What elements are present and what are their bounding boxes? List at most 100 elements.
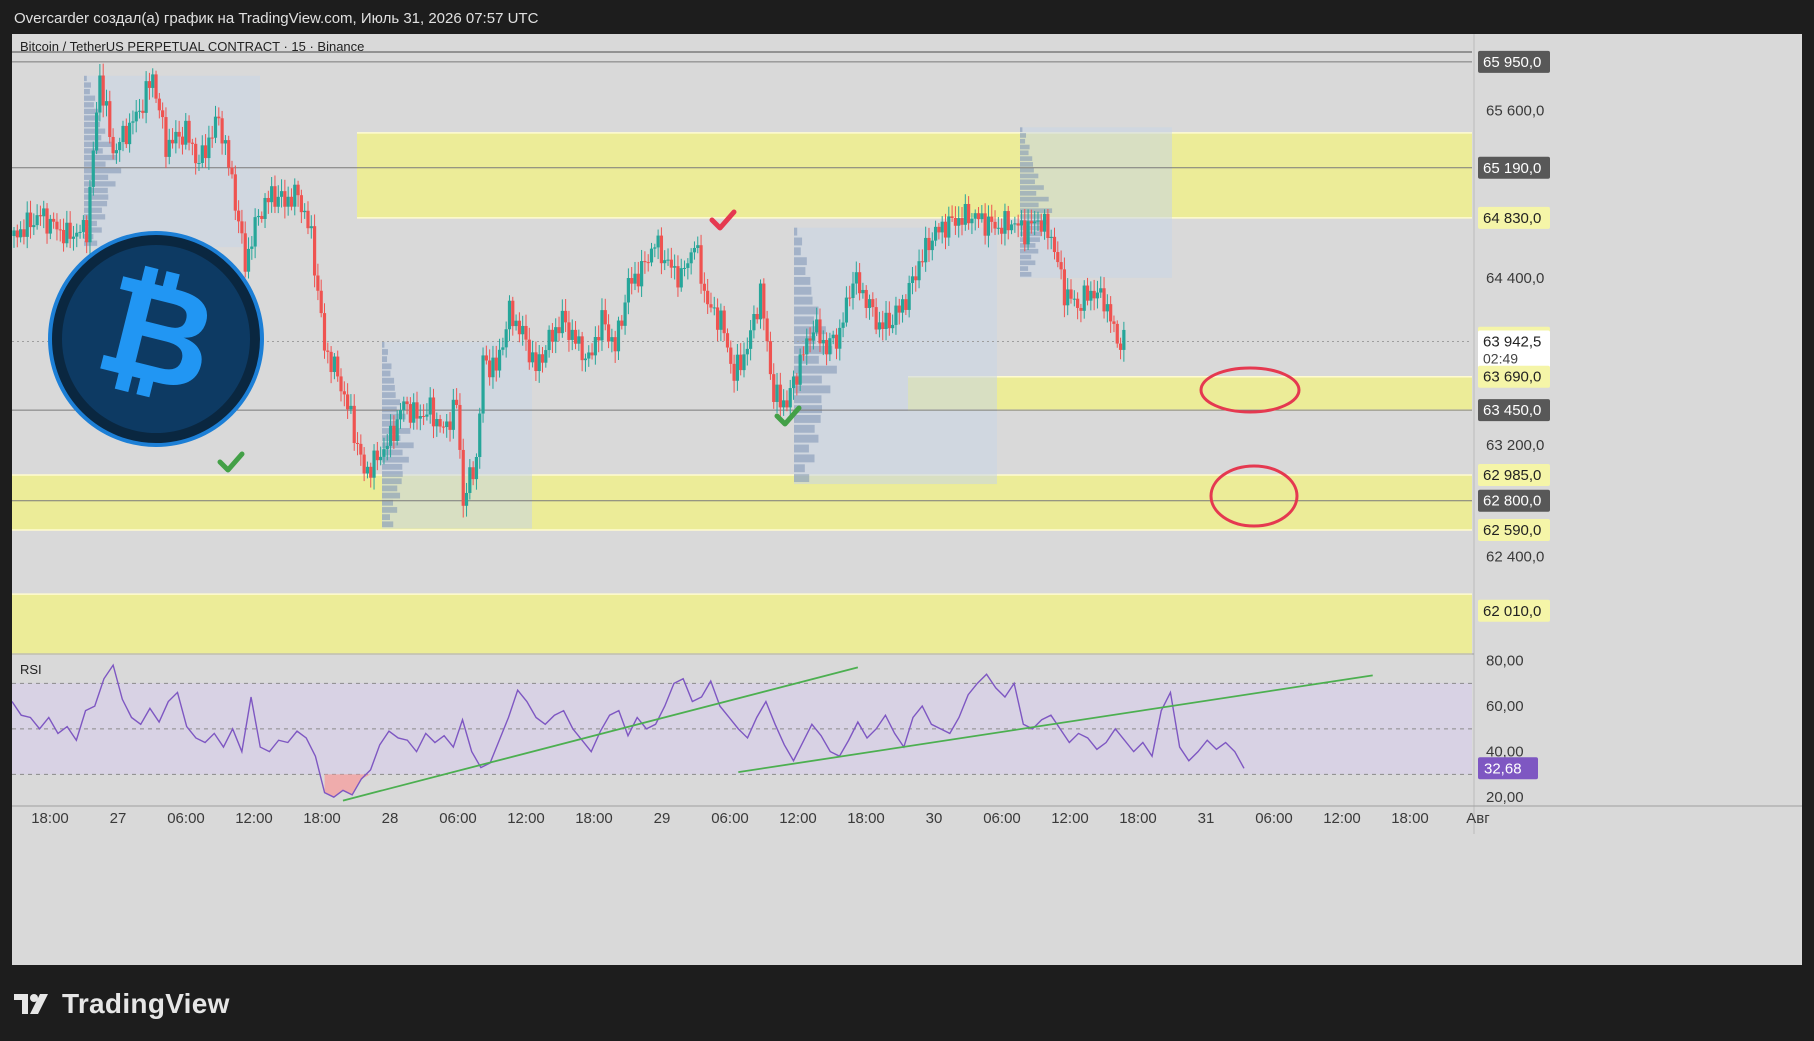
candle [1069, 279, 1073, 304]
candle [45, 203, 49, 244]
candle-body [1049, 236, 1053, 239]
candle-body [1066, 289, 1070, 306]
volume-profile-bar [794, 296, 813, 305]
candle [71, 225, 76, 251]
candle [768, 331, 773, 380]
candle-body [458, 404, 462, 450]
candle [263, 193, 267, 228]
chart-svg[interactable]: ₿Bitcoin / TetherUS PERPETUAL CONTRACT ·… [12, 34, 1802, 965]
candle-body [937, 226, 941, 233]
time-tick-label: 27 [110, 810, 127, 827]
candle-body [197, 163, 201, 165]
volume-profile-bar [1020, 254, 1032, 260]
candle [309, 215, 313, 239]
candle [15, 224, 19, 248]
candle-body [375, 450, 379, 461]
chart-caption: Overcarder создал(а) график на TradingVi… [14, 10, 539, 27]
volume-profile-bar [382, 521, 394, 528]
candle-body [1082, 285, 1086, 311]
candle [1009, 220, 1014, 235]
candle-body [448, 421, 452, 430]
candle-body [986, 216, 991, 236]
candle-body [973, 213, 977, 219]
volume-profile-bar [794, 415, 821, 423]
candle-body [1003, 211, 1007, 234]
candle [643, 251, 647, 274]
candle [636, 261, 640, 293]
candle-body [947, 216, 951, 238]
candle-body [322, 313, 327, 351]
candle-body [1059, 262, 1063, 270]
volume-profile-bar [1020, 127, 1023, 132]
candle-body [81, 219, 85, 232]
price-tag: 64 830,0 [1478, 206, 1550, 229]
candle-body [914, 276, 918, 281]
time-tick-label: 18:00 [303, 810, 341, 827]
candle [706, 278, 710, 314]
volume-profile-bar [794, 267, 806, 275]
candle-body [326, 350, 330, 352]
candle [283, 179, 287, 219]
volume-profile-bar [1020, 156, 1033, 161]
candle-body [1089, 290, 1093, 301]
candle-body [970, 218, 974, 224]
candle-body [468, 467, 472, 493]
candle [375, 441, 379, 471]
candle-body [1115, 323, 1119, 344]
candle [35, 204, 39, 230]
candle-body [1046, 213, 1050, 239]
volume-profile-bar [1020, 144, 1030, 150]
candle-body [643, 261, 647, 263]
candle [782, 389, 786, 416]
candle-body [818, 319, 822, 344]
candle-body [663, 260, 667, 264]
volume-profile-bar [794, 464, 805, 473]
candle [1079, 303, 1083, 323]
candle-body [362, 454, 366, 474]
candle [788, 379, 792, 417]
candle-body [930, 240, 934, 251]
candle-body [1062, 269, 1067, 306]
candle [481, 347, 485, 423]
candle-body [600, 310, 604, 341]
volume-profile-bar [1020, 185, 1044, 190]
candle [557, 316, 561, 342]
candle [78, 224, 82, 239]
candle [593, 326, 597, 365]
price-tag: 62 800,0 [1478, 489, 1550, 512]
candle [154, 70, 158, 104]
candle-body [203, 145, 208, 159]
candle-body [719, 310, 723, 330]
candle-body [630, 278, 634, 284]
candle-body [157, 98, 161, 111]
candle-body [785, 400, 789, 408]
candle-body [511, 300, 515, 327]
candle-body [626, 278, 630, 303]
candle-body [963, 203, 967, 225]
volume-profile-bar [1020, 202, 1039, 208]
candle-body [897, 305, 901, 313]
candle-body [283, 191, 287, 207]
candle-body [346, 394, 350, 410]
candle-body [871, 299, 875, 308]
candle-body [240, 221, 244, 234]
candle-body [894, 305, 898, 325]
candle [762, 278, 766, 331]
candle-body [646, 262, 650, 264]
candle-body [55, 221, 59, 230]
candle-body [412, 402, 416, 423]
candle-body [801, 354, 806, 356]
candle-body [1076, 298, 1080, 308]
candle [725, 328, 730, 353]
candle-body [296, 184, 300, 196]
candle-body [567, 322, 571, 340]
time-tick-label: 31 [1198, 810, 1215, 827]
candle-body [12, 230, 16, 237]
tradingview-brand[interactable]: TradingView [14, 986, 230, 1022]
candle-body [266, 197, 270, 203]
candle-body [289, 196, 294, 207]
chart-area[interactable]: ₿ Bitcoin / TetherUS PERPETUAL CONTRACT ·… [12, 34, 1802, 965]
candle [1082, 280, 1086, 319]
candle [699, 234, 703, 294]
candle [336, 350, 340, 382]
